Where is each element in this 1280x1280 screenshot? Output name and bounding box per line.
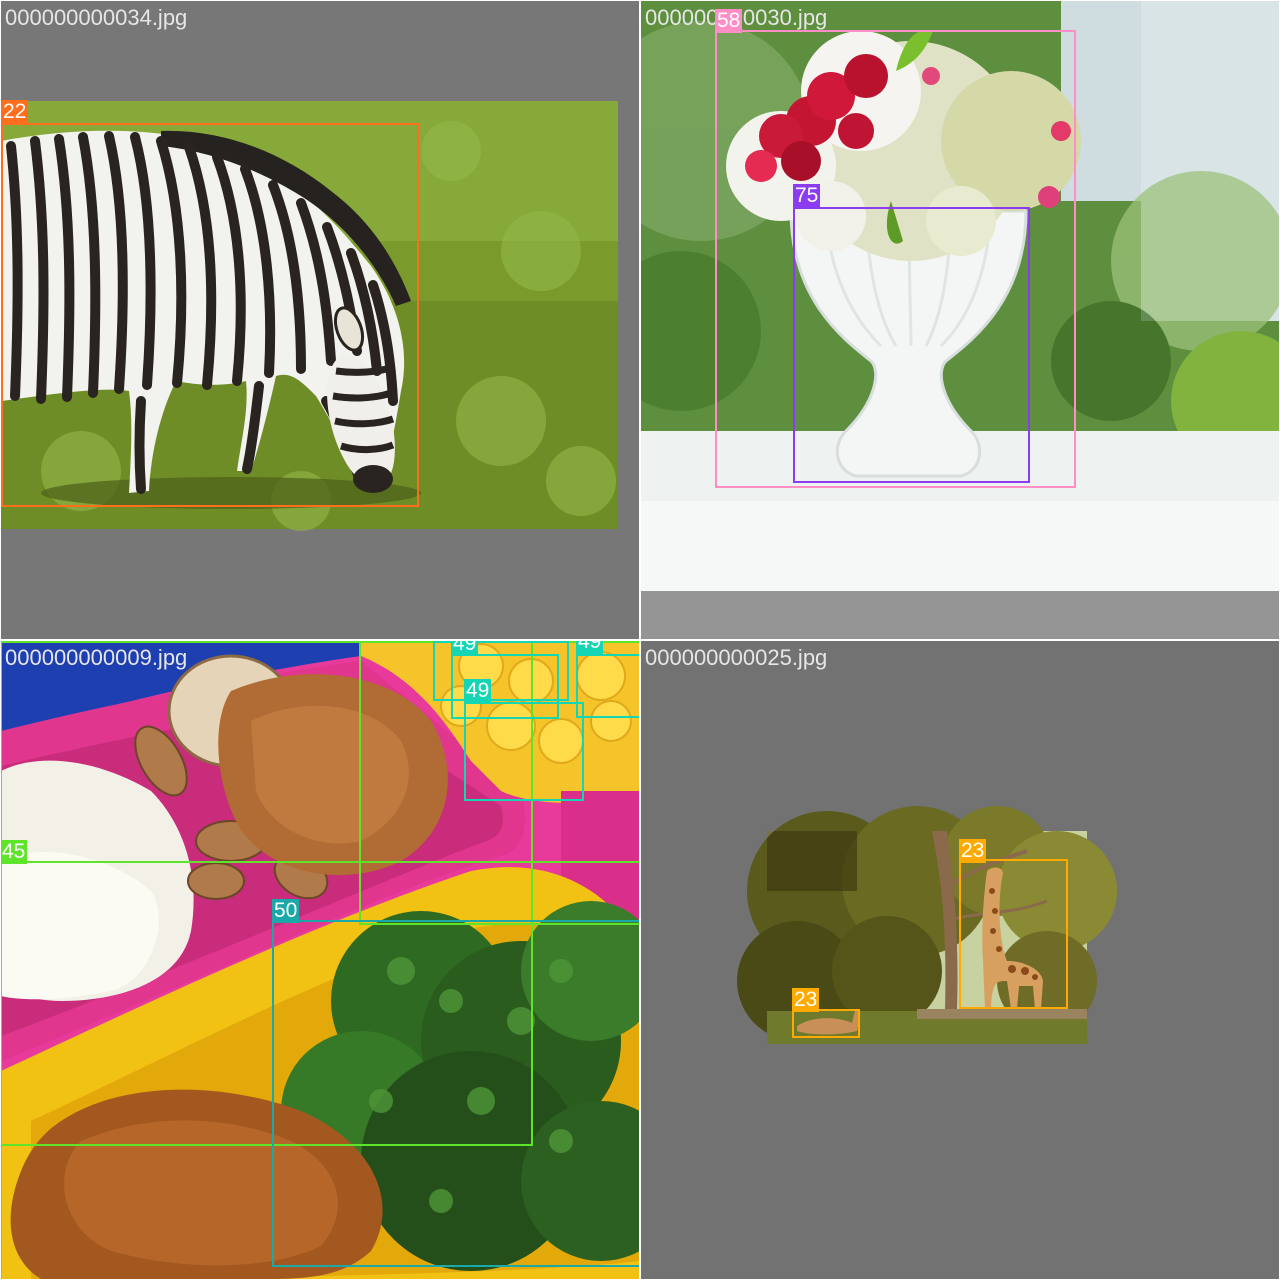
detection-label: 23	[959, 839, 987, 863]
detection-label: 22	[1, 100, 29, 124]
detection-label: 45	[1, 641, 28, 643]
detection-box	[464, 702, 584, 801]
image-filename: 000000000034.jpg	[5, 5, 188, 30]
image-tile-vase: 000000000030.jpg 58 75	[641, 1, 1279, 639]
detection-label: 75	[793, 184, 821, 208]
detection-label: 50	[272, 899, 300, 923]
detection-box	[959, 859, 1068, 1009]
image-tile-giraffes: 000000000025.jpg 23 23	[641, 641, 1279, 1279]
detection-box	[793, 207, 1030, 483]
detection-mosaic: 000000000034.jpg 22 58 75 000000000009.j…	[0, 0, 1280, 1280]
detection-box	[792, 1009, 860, 1038]
detection-label: 49	[576, 641, 604, 654]
detection-label: 23	[792, 988, 820, 1012]
image-tile-zebra: 000000000034.jpg 22	[1, 1, 639, 639]
detection-box	[1, 123, 419, 507]
detection-label: 58	[715, 9, 743, 33]
detection-box	[272, 920, 639, 1267]
detection-box	[576, 654, 639, 718]
detection-label: 49	[464, 679, 492, 703]
detection-label: 45	[1, 840, 28, 864]
detection-label: 49	[451, 641, 479, 656]
image-filename: 000000000025.jpg	[645, 645, 828, 670]
detection-label: 45	[359, 641, 387, 643]
image-tile-bento: 000000000009.jpg 45 45 45 49 49 49 49 50	[1, 641, 639, 1279]
